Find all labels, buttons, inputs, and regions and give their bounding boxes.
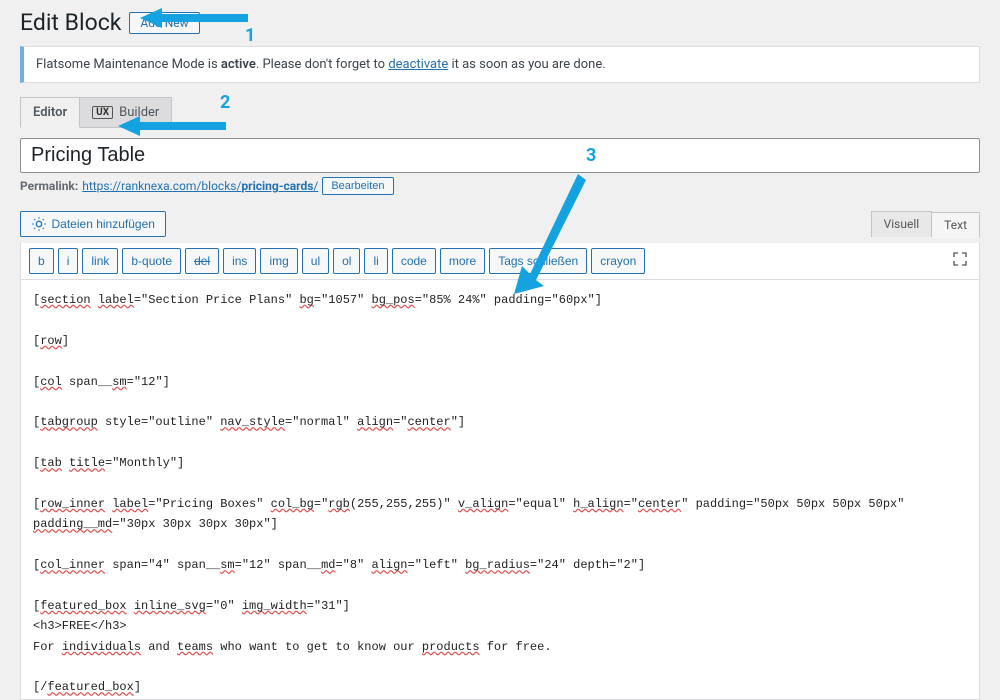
permalink-edit-button[interactable]: Bearbeiten <box>322 177 393 195</box>
text-tab[interactable]: Text <box>932 212 980 238</box>
media-icon <box>31 216 47 232</box>
maintenance-notice: Flatsome Maintenance Mode is active. Ple… <box>20 46 980 83</box>
qt-img[interactable]: img <box>260 248 297 274</box>
notice-text-mid: . Please don't forget to <box>256 57 388 72</box>
post-title-input[interactable] <box>20 138 980 173</box>
qt-ins[interactable]: ins <box>223 248 256 274</box>
tab-builder-label: Builder <box>119 105 159 120</box>
qt-code[interactable]: code <box>392 248 436 274</box>
add-new-button[interactable]: Add New <box>129 12 199 34</box>
qt-link[interactable]: link <box>82 248 118 274</box>
notice-text-prefix: Flatsome Maintenance Mode is <box>36 57 221 72</box>
qt-ul[interactable]: ul <box>302 248 329 274</box>
page-title: Edit Block <box>20 9 121 36</box>
tab-ux-builder[interactable]: UX Builder <box>80 97 172 128</box>
permalink-label: Permalink: <box>20 179 78 193</box>
notice-strong: active <box>221 57 256 72</box>
deactivate-link[interactable]: deactivate <box>388 57 448 72</box>
quicktags-toolbar: b i link b-quote del ins img ul ol li co… <box>20 243 980 280</box>
qt-bquote[interactable]: b-quote <box>122 248 181 274</box>
fullscreen-button[interactable] <box>949 248 971 273</box>
qt-ol[interactable]: ol <box>333 248 360 274</box>
qt-i[interactable]: i <box>58 248 79 274</box>
qt-more[interactable]: more <box>440 248 485 274</box>
content-textarea[interactable]: [section label="Section Price Plans" bg=… <box>20 280 980 700</box>
qt-li[interactable]: li <box>364 248 387 274</box>
add-media-label: Dateien hinzufügen <box>52 217 155 231</box>
ux-badge: UX <box>92 106 113 119</box>
tab-editor[interactable]: Editor <box>20 97 80 128</box>
notice-text-suffix: it as soon as you are done. <box>448 57 605 72</box>
mode-tabs: Editor UX Builder <box>20 97 980 128</box>
qt-close-tags[interactable]: Tags schließen <box>489 248 587 274</box>
qt-b[interactable]: b <box>29 248 54 274</box>
visual-tab[interactable]: Visuell <box>871 211 933 237</box>
permalink-link[interactable]: https://ranknexa.com/blocks/pricing-card… <box>82 179 318 193</box>
qt-del[interactable]: del <box>185 248 219 274</box>
add-media-button[interactable]: Dateien hinzufügen <box>20 211 166 237</box>
qt-crayon[interactable]: crayon <box>591 248 645 274</box>
fullscreen-icon <box>952 251 968 267</box>
